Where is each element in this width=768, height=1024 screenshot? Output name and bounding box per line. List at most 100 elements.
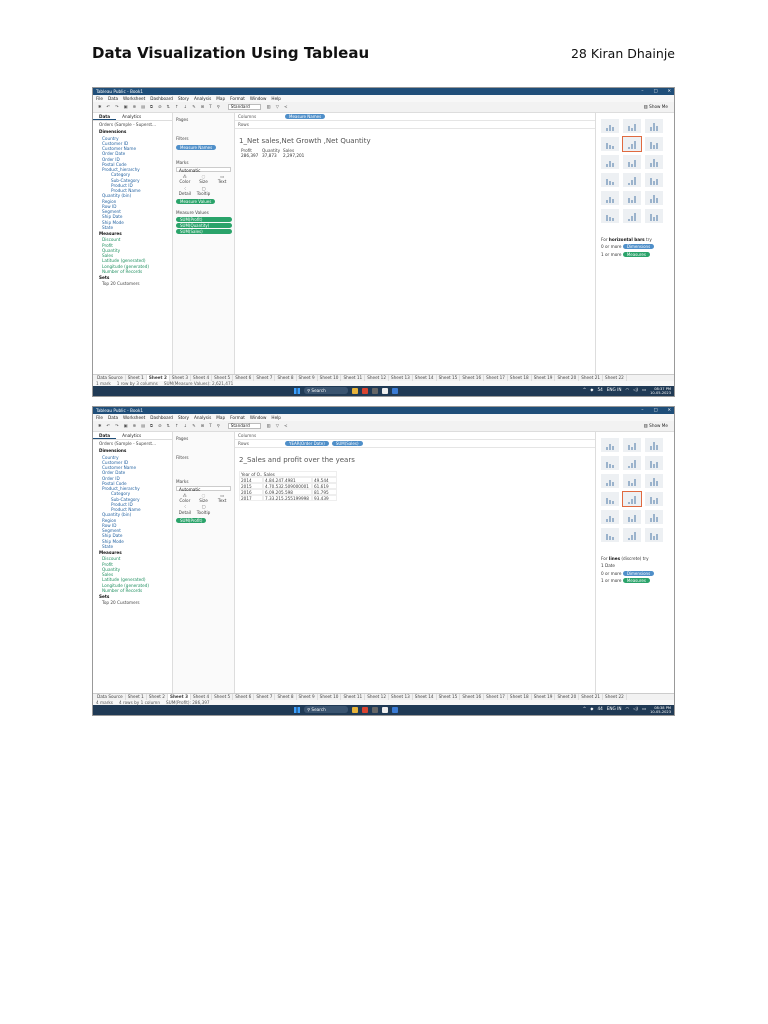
chart-type-icon[interactable]	[645, 191, 663, 205]
tooltip-button[interactable]: ▢ Tooltip	[195, 186, 213, 197]
sheet-tab[interactable]: Sheet 12	[365, 694, 389, 700]
detail-button[interactable]: ⁖ Detail	[176, 186, 194, 197]
tray-lang[interactable]: ENG IN	[607, 706, 622, 711]
set-field[interactable]: Top 20 Customers	[93, 281, 172, 286]
sort-desc-icon[interactable]: ↓	[184, 104, 188, 109]
menu-data[interactable]: Data	[108, 96, 118, 101]
chart-type-icon[interactable]	[601, 510, 619, 524]
sheet-tab[interactable]: Sheet 8	[275, 375, 297, 381]
chart-type-icon[interactable]	[645, 173, 663, 187]
menu-window[interactable]: Window	[250, 415, 267, 420]
sheet-tab[interactable]: Sheet 20	[555, 694, 580, 700]
sheet-tab[interactable]: Sheet 14	[413, 375, 437, 381]
presentation-icon[interactable]: ▽	[276, 104, 279, 109]
close-icon[interactable]: ✕	[667, 88, 671, 93]
highlight-icon[interactable]: ✎	[192, 104, 196, 109]
sheet-tab[interactable]: Sheet 9	[297, 375, 318, 381]
maximize-icon[interactable]: □	[654, 88, 658, 93]
sheet-tab[interactable]: Sheet 18	[508, 694, 532, 700]
sheet-tab[interactable]: Sheet 1	[126, 375, 147, 381]
show-me-button[interactable]: ▥ Show Me	[644, 104, 668, 109]
volume-icon[interactable]: ◁)	[633, 387, 638, 392]
datasource-item[interactable]: Orders (Sample - Superst...	[93, 440, 172, 447]
chart-type-icon[interactable]	[645, 137, 663, 151]
swap-icon[interactable]: ⇅	[167, 104, 171, 109]
fit-select[interactable]: Standard	[227, 423, 261, 429]
menu-window[interactable]: Window	[250, 96, 267, 101]
chart-type-icon[interactable]	[623, 191, 641, 205]
menu-story[interactable]: Story	[178, 415, 189, 420]
chart-type-icon[interactable]	[645, 209, 663, 223]
group-icon[interactable]: ⊞	[201, 104, 205, 109]
notion-icon[interactable]	[382, 706, 388, 713]
rows-shelf[interactable]: Rows	[235, 121, 597, 129]
menu-dashboard[interactable]: Dashboard	[150, 96, 173, 101]
chart-type-icon[interactable]	[601, 209, 619, 223]
taskbar-clock[interactable]: 08:38 PM 10-05-2023	[650, 706, 671, 714]
tray-lang[interactable]: ENG IN	[607, 387, 622, 392]
windows-start-icon[interactable]	[294, 387, 300, 394]
sheet-tab[interactable]: Sheet 8	[275, 694, 297, 700]
chart-type-icon[interactable]	[623, 209, 641, 223]
chart-type-icon[interactable]	[601, 119, 619, 133]
chart-type-icon[interactable]	[645, 456, 663, 470]
marks-text-pill[interactable]: SUM(Profit)	[176, 517, 207, 523]
sheet-tab[interactable]: Sheet 7	[254, 375, 276, 381]
menu-story[interactable]: Story	[178, 96, 189, 101]
sheet-tab[interactable]: Sheet 2	[146, 375, 170, 381]
sheet-tab[interactable]: Sheet 20	[555, 375, 580, 381]
menu-help[interactable]: Help	[271, 96, 281, 101]
wifi-icon[interactable]: ◠	[626, 706, 630, 711]
taskbar-clock[interactable]: 08:37 PM 10-05-2023	[650, 387, 671, 395]
taskbar-search[interactable]: ⚲ Search	[304, 706, 348, 713]
chart-type-icon[interactable]	[623, 438, 641, 452]
filter-pill[interactable]: Measure Names	[176, 144, 217, 150]
chart-type-icon[interactable]	[623, 155, 641, 169]
highlight-icon[interactable]: ✎	[192, 423, 196, 428]
sheet-tab[interactable]: Sheet 18	[508, 375, 532, 381]
chart-type-icon[interactable]	[623, 456, 641, 470]
pin-icon[interactable]: ⚲	[217, 104, 220, 109]
redo-icon[interactable]: ↷	[115, 423, 119, 428]
tableau-logo-icon[interactable]: ✱	[98, 423, 102, 428]
menu-worksheet[interactable]: Worksheet	[123, 415, 145, 420]
rows-shelf[interactable]: Rows YEAR(Order Date) SUM(Sales)	[235, 440, 597, 448]
menu-file[interactable]: File	[96, 96, 103, 101]
swap-icon[interactable]: ⇅	[167, 423, 171, 428]
taskbar-search[interactable]: ⚲ Search	[304, 387, 348, 394]
menu-worksheet[interactable]: Worksheet	[123, 96, 145, 101]
marks-text-pill[interactable]: Measure Values	[176, 199, 216, 204]
chart-type-icon[interactable]	[601, 191, 619, 205]
windows-start-icon[interactable]	[294, 706, 300, 713]
menu-analysis[interactable]: Analysis	[194, 415, 211, 420]
sheet-tab[interactable]: Sheet 10	[318, 694, 342, 700]
chart-type-icon[interactable]	[601, 173, 619, 187]
chart-type-icon[interactable]	[645, 510, 663, 524]
save-icon[interactable]: ▣	[124, 423, 128, 428]
chart-type-icon[interactable]	[601, 528, 619, 542]
chart-type-icon[interactable]	[601, 456, 619, 470]
fit-select[interactable]: Standard	[227, 104, 261, 110]
chart-type-icon[interactable]	[645, 119, 663, 133]
color-button[interactable]: ⁂ Color	[176, 493, 194, 504]
undo-icon[interactable]: ↶	[107, 104, 111, 109]
measure-value-pill[interactable]: SUM(Profit)	[176, 216, 232, 222]
tab-data[interactable]: Data	[93, 432, 117, 439]
menu-data[interactable]: Data	[108, 415, 118, 420]
sort-desc-icon[interactable]: ↓	[184, 423, 188, 428]
sheet-tab[interactable]: Sheet 10	[318, 375, 342, 381]
menu-format[interactable]: Format	[230, 96, 245, 101]
sheet-tab[interactable]: Sheet 15	[437, 375, 461, 381]
chart-type-icon[interactable]	[623, 173, 641, 187]
measure-value-pill[interactable]: SUM(Quantity)	[176, 222, 232, 228]
sheet-tab[interactable]: Sheet 19	[532, 375, 556, 381]
label-icon[interactable]: T	[209, 423, 212, 428]
tab-data[interactable]: Data	[93, 113, 117, 120]
tooltip-button[interactable]: ▢ Tooltip	[195, 504, 213, 515]
chart-icon[interactable]: ▥	[267, 423, 271, 428]
pin-icon[interactable]: ⚲	[217, 423, 220, 428]
tab-analytics[interactable]: Analytics	[116, 113, 147, 120]
detail-button[interactable]: ⁖ Detail	[176, 504, 194, 515]
new-datasource-icon[interactable]: ⊕	[133, 104, 137, 109]
minimize-icon[interactable]: –	[641, 407, 643, 412]
